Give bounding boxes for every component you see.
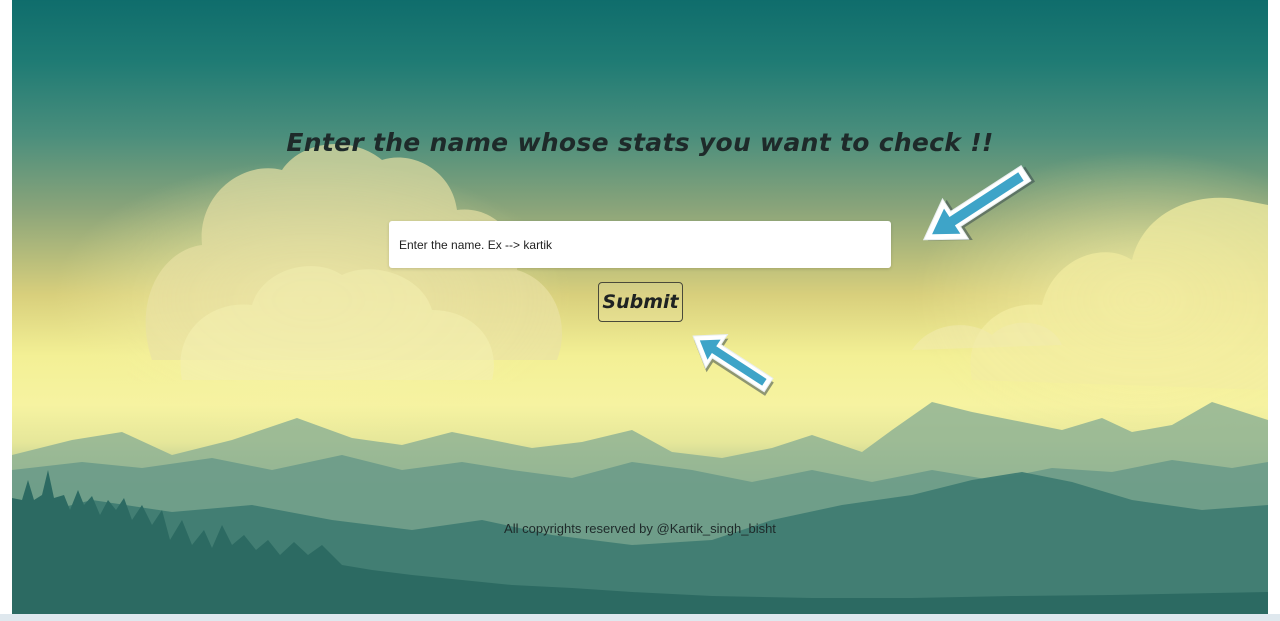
name-search-input[interactable] xyxy=(389,221,891,268)
submit-button[interactable]: Submit xyxy=(598,282,683,322)
bottom-edge-strip xyxy=(0,614,1280,621)
copyright-footer: All copyrights reserved by @Kartik_singh… xyxy=(504,521,776,536)
page-title: Enter the name whose stats you want to c… xyxy=(286,128,994,157)
